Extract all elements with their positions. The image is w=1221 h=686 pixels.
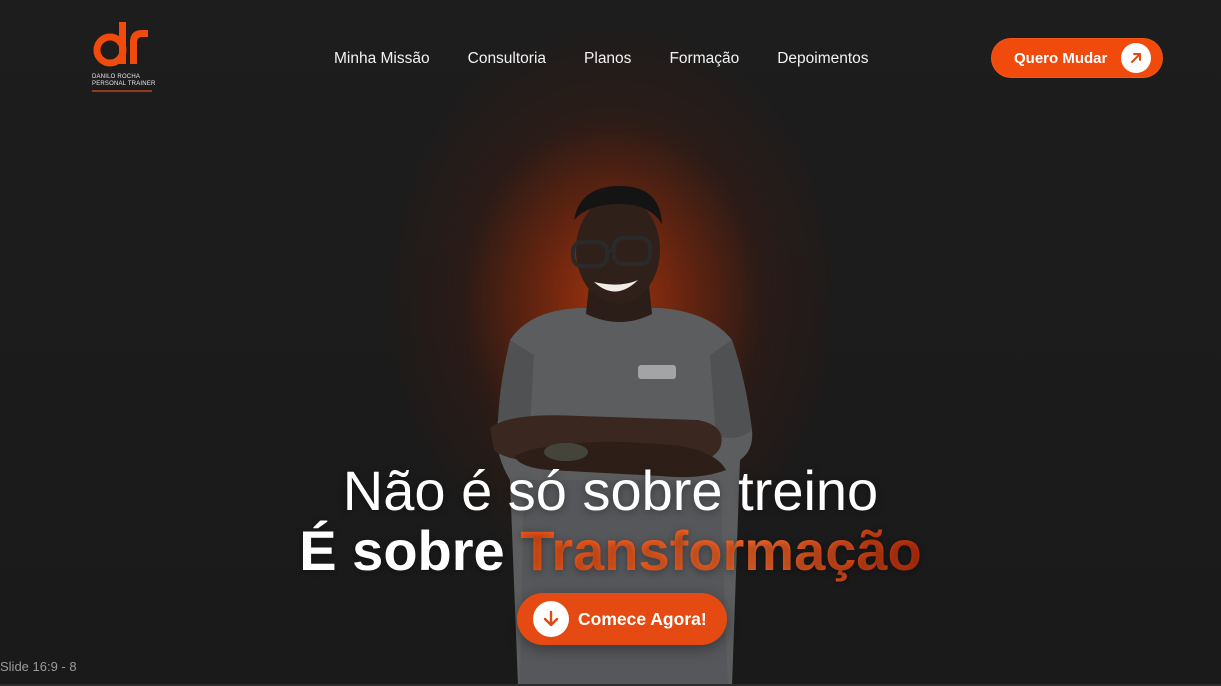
- page-canvas: DANILO ROCHA PERSONAL TRAINER Minha Miss…: [0, 0, 1221, 686]
- nav-item-formacao[interactable]: Formação: [669, 48, 739, 70]
- logo-mark-icon: [93, 22, 148, 67]
- nav-item-minha-missao[interactable]: Minha Missão: [334, 48, 430, 70]
- quero-mudar-button[interactable]: Quero Mudar: [991, 38, 1163, 78]
- quero-mudar-label: Quero Mudar: [1014, 49, 1108, 67]
- arrow-down-icon: [533, 601, 569, 637]
- hero-heading-prefix: É sobre: [299, 519, 521, 582]
- brand-logo[interactable]: DANILO ROCHA PERSONAL TRAINER: [92, 16, 155, 96]
- nav-item-planos[interactable]: Planos: [584, 48, 631, 70]
- hero-heading-accent: Transformação: [520, 519, 922, 582]
- hero-heading-line2: É sobre Transformação: [0, 516, 1221, 586]
- logo-underline: [92, 90, 152, 92]
- frame-label: Slide 16:9 - 8: [0, 659, 77, 674]
- main-nav: Minha Missão Consultoria Planos Formação…: [334, 48, 869, 70]
- arrow-up-right-icon: [1121, 43, 1151, 73]
- comece-agora-label: Comece Agora!: [578, 608, 707, 629]
- comece-agora-button[interactable]: Comece Agora!: [517, 593, 727, 645]
- hero-heading-line1: Não é só sobre treino: [342, 459, 879, 522]
- nav-item-depoimentos[interactable]: Depoimentos: [777, 48, 868, 70]
- brand-name-line2: PERSONAL TRAINER: [92, 81, 156, 87]
- brand-name: DANILO ROCHA PERSONAL TRAINER: [92, 74, 156, 88]
- nav-item-consultoria[interactable]: Consultoria: [468, 48, 546, 70]
- brand-name-line1: DANILO ROCHA: [92, 74, 141, 80]
